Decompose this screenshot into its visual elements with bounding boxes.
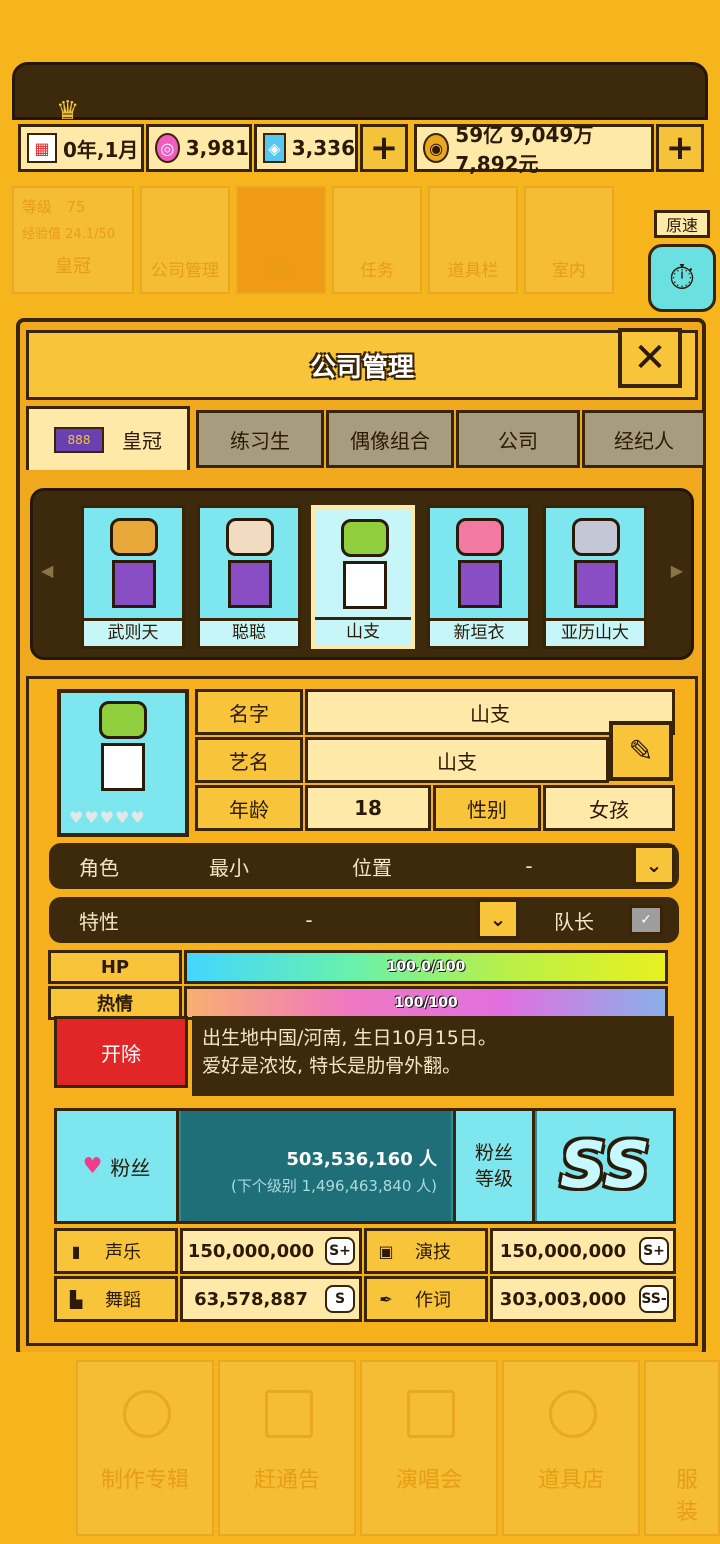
character-card[interactable]: 山支 <box>311 505 415 649</box>
trait-dropdown[interactable]: ⌄ <box>477 899 519 939</box>
panel-title: 公司管理 <box>26 330 698 400</box>
fans-count: 503,536,160 人 <box>286 1149 437 1170</box>
gender-value: 女孩 <box>543 785 675 831</box>
character-name: 亚历山大 <box>546 618 644 646</box>
calendar-icon: ▦ <box>27 133 57 163</box>
money-counter: ◉ 59亿 9,049万 7,892元 <box>414 123 654 176</box>
camera-icon: ▣ <box>378 1241 394 1261</box>
age-value: 18 <box>305 785 431 831</box>
background-nav: 等级 75 经验值 24.1/50 皇冠 公司管理 招募 任务 道具栏 室内 <box>12 186 652 296</box>
tab-idol-group[interactable]: 偶像组合 <box>326 410 454 468</box>
fire-button[interactable]: 开除 <box>54 1016 188 1088</box>
skill-row-1: ▮ 声乐 150,000,000 S+ ▣ 演技 150,000,000 S+ <box>54 1228 676 1274</box>
pink-gem-counter: ◎ 3,981 <box>146 124 252 172</box>
gear-icon <box>549 1390 597 1438</box>
mic-icon: ▮ <box>71 1241 81 1261</box>
nav-company: 公司管理 <box>140 186 230 294</box>
position-dropdown[interactable]: ⌄ <box>633 845 675 885</box>
leader-toggle[interactable]: ✓ <box>629 905 663 935</box>
add-money-button[interactable]: + <box>656 124 704 172</box>
role-row: 角色 最小 位置 - ⌄ <box>49 843 679 889</box>
nav-costume: 服装 <box>644 1360 720 1536</box>
nav-make-album: 制作专辑 <box>76 1360 214 1536</box>
date-display: ▦ 0年,1月 <box>18 124 144 172</box>
level-box: 等级 75 经验值 24.1/50 皇冠 <box>12 186 134 294</box>
crown-icon: ♛ <box>56 96 80 126</box>
character-card[interactable]: 亚历山大 <box>543 505 647 649</box>
skill-row-2: ▙ 舞蹈 63,578,887 S ✒ 作词 303,003,000 SS- <box>54 1276 676 1322</box>
date-text: 0年,1月 <box>63 137 139 162</box>
disc-icon <box>123 1390 171 1438</box>
hp-bar: HP 100.0/100 <box>48 950 668 984</box>
character-name: 聪聪 <box>200 618 298 646</box>
close-button[interactable]: ✕ <box>618 328 682 388</box>
character-portrait: ♥♥♥♥♥ <box>57 689 189 837</box>
character-name: 武则天 <box>84 618 182 646</box>
fans-panel: ♥ 粉丝 503,536,160 人 (下个级别 1,496,463,840 人… <box>54 1108 676 1224</box>
top-bar <box>12 62 708 120</box>
pencil-icon: ✎ <box>628 733 654 769</box>
stage-icon <box>407 1390 455 1438</box>
nav-tasks: 任务 <box>332 186 422 294</box>
info-grid: 名字 山支 艺名 山支 年龄 18 性别 女孩 <box>195 689 675 835</box>
tab-manager[interactable]: 经纪人 <box>582 410 706 468</box>
character-name: 新垣衣 <box>430 618 528 646</box>
group-icon: 888 <box>54 426 104 453</box>
scroll-left-icon[interactable]: ◀ <box>41 561 53 580</box>
clock-speed-button[interactable]: ⏱ <box>648 244 716 312</box>
character-sprite <box>333 519 397 615</box>
character-card[interactable]: 武则天 <box>81 505 185 649</box>
tab-company[interactable]: 公司 <box>456 410 580 468</box>
speed-label: 原速 <box>654 210 710 238</box>
fans-next-level: (下个级别 1,496,463,840 人) <box>231 1177 437 1195</box>
character-sprite <box>218 518 282 614</box>
blue-gem-icon: ◈ <box>263 133 286 163</box>
nav-items: 道具栏 <box>428 186 518 294</box>
character-sprite <box>564 518 628 614</box>
character-name: 山支 <box>315 617 411 645</box>
coin-icon: ◉ <box>423 133 450 163</box>
company-management-panel: 公司管理 ✕ 888 皇冠 练习生 偶像组合 公司 经纪人 ◀ ▶ 武则天 聪聪山… <box>16 318 706 1358</box>
edit-name-button[interactable]: ✎ <box>609 721 673 781</box>
tab-crown[interactable]: 888 皇冠 <box>26 406 190 470</box>
scroll-right-icon[interactable]: ▶ <box>671 561 683 580</box>
calendar-icon <box>265 1390 313 1438</box>
stage-name-value: 山支 <box>305 737 609 783</box>
trait-row: 特性 - ⌄ 队长 ✓ <box>49 897 679 943</box>
pink-gem-icon: ◎ <box>155 133 180 163</box>
blue-gem-counter: ◈ 3,336 <box>254 124 358 172</box>
bottom-nav: 制作专辑 赶通告 演唱会 道具店 服装 <box>0 1352 720 1544</box>
nav-interior: 室内 <box>524 186 614 294</box>
character-card[interactable]: 聪聪 <box>197 505 301 649</box>
bio-text: 出生地中国/河南, 生日10月15日。 爱好是浓妆, 特长是肋骨外翻。 <box>192 1016 674 1096</box>
resource-row: ▦ 0年,1月 ◎ 3,981 ◈ 3,336 + ◉ 59亿 9,049万 7… <box>12 123 708 176</box>
hearts-rating: ♥♥♥♥♥ <box>69 808 146 827</box>
nav-schedule: 赶通告 <box>218 1360 356 1536</box>
tab-trainee[interactable]: 练习生 <box>196 410 324 468</box>
character-card[interactable]: 新垣衣 <box>427 505 531 649</box>
character-strip: ◀ ▶ 武则天 聪聪 山支 新垣衣 亚历山大 <box>30 488 694 660</box>
nav-recruit: 招募 <box>236 186 326 294</box>
passion-bar: 热情 100/100 <box>48 986 668 1020</box>
nav-shop: 道具店 <box>502 1360 640 1536</box>
add-gems-button[interactable]: + <box>360 124 408 172</box>
pen-icon: ✒ <box>379 1289 393 1309</box>
close-icon: ✕ <box>633 335 667 381</box>
heart-icon: ♥ <box>82 1153 103 1179</box>
shoe-icon: ▙ <box>69 1289 83 1309</box>
portrait-sprite <box>91 701 155 797</box>
clock-icon: ⏱ <box>668 258 696 298</box>
role-value: 最小 <box>209 855 249 880</box>
character-sprite <box>102 518 166 614</box>
nav-concert: 演唱会 <box>360 1360 498 1536</box>
fans-grade: SS <box>537 1111 673 1221</box>
trait-value: - <box>305 908 313 932</box>
character-sprite <box>448 518 512 614</box>
position-value: - <box>525 854 533 878</box>
tab-bar: 888 皇冠 练习生 偶像组合 公司 经纪人 <box>26 406 706 470</box>
